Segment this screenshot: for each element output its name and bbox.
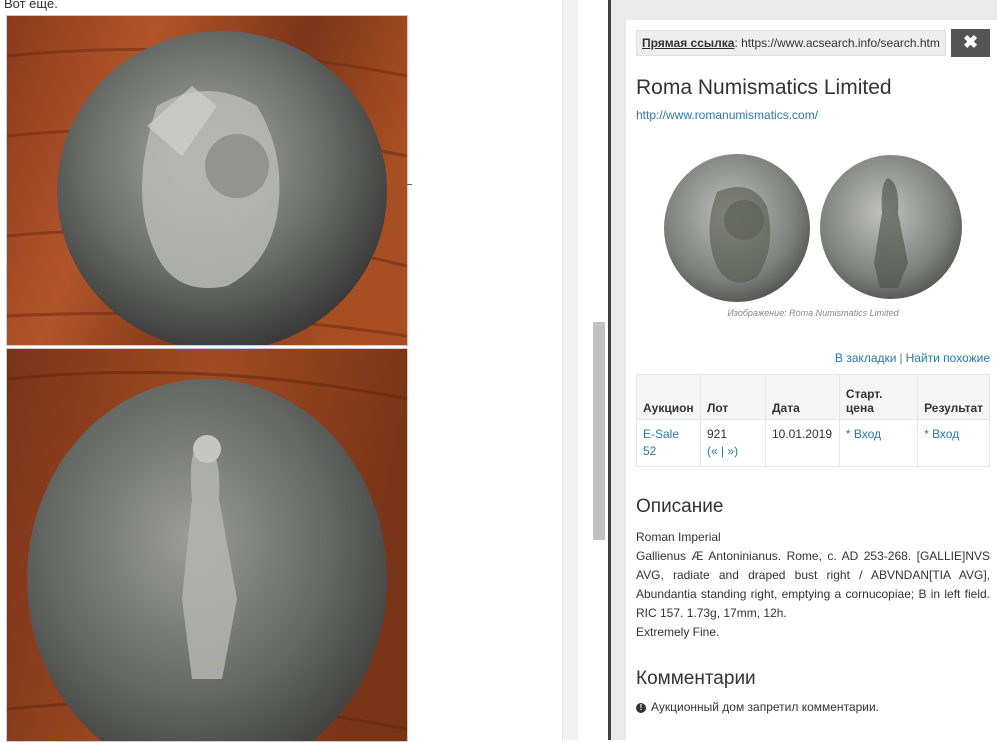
- lot-nav-links[interactable]: (« | »): [707, 444, 738, 458]
- result-login-link[interactable]: * Вход: [924, 427, 959, 441]
- lot-actions: В закладки | Найти похожие: [636, 351, 990, 365]
- col-date: Дата: [764, 374, 840, 420]
- actions-separator: |: [899, 351, 903, 365]
- coin-photo-obverse-image: [7, 16, 407, 345]
- auction-table-header: Аукцион Лот Дата Старт. цена Результат: [636, 374, 990, 420]
- info-icon: !: [636, 702, 646, 713]
- lot-date: 10.01.2019: [764, 419, 840, 467]
- bookmark-link[interactable]: В закладки: [835, 351, 897, 365]
- page-scrollbar-track[interactable]: [562, 0, 578, 740]
- post-caption: Вот еще.: [4, 0, 58, 11]
- forum-post-area: Вот еще.: [0, 0, 560, 742]
- dealer-url-link[interactable]: http://www.romanumismatics.com/: [636, 108, 818, 122]
- direct-link-colon: :: [734, 36, 738, 50]
- coin-photo-reverse-image: [7, 349, 407, 741]
- auction-table: Аукцион Лот Дата Старт. цена Результат E…: [636, 374, 990, 467]
- col-lot: Лот: [699, 374, 766, 420]
- description-line: Roman Imperial: [636, 530, 721, 544]
- description-text: Roman Imperial Gallienus Æ Antoninianus.…: [636, 528, 990, 642]
- col-start-price: Старт. цена: [838, 374, 919, 420]
- coin-photo-reverse[interactable]: [6, 348, 408, 742]
- start-price-login-link[interactable]: * Вход: [846, 427, 881, 441]
- col-result: Результат: [917, 374, 990, 420]
- col-auction: Аукцион: [636, 374, 701, 420]
- lot-obverse-coin-image[interactable]: [662, 152, 812, 304]
- lot-reverse-coin-image[interactable]: [818, 153, 964, 301]
- auction-link[interactable]: E-Sale 52: [643, 427, 679, 458]
- divider-tick: [407, 184, 412, 185]
- coin-photo-obverse[interactable]: [6, 15, 408, 346]
- description-heading: Описание: [636, 496, 724, 517]
- lot-number: 921: [706, 427, 727, 441]
- dealer-name: Roma Numismatics Limited: [636, 76, 892, 99]
- table-row: E-Sale 52 921 (« | ») 10.01.2019 * Вход *…: [636, 419, 990, 467]
- close-button[interactable]: ✖: [951, 29, 990, 57]
- direct-link-bar[interactable]: Прямая ссылка: https://www.acsearch.info…: [636, 30, 946, 56]
- panel-scrollbar-thumb[interactable]: [593, 322, 605, 540]
- direct-link-label: Прямая ссылка: [642, 36, 735, 50]
- description-line: Gallienus Æ Antoninianus. Rome, c. AD 25…: [636, 549, 990, 620]
- direct-link-url[interactable]: https://www.acsearch.info/search.htm: [741, 36, 940, 50]
- comments-notice: ! Аукционный дом запретил комментарии.: [636, 700, 879, 714]
- close-icon: ✖: [962, 32, 979, 52]
- comments-disabled-text: Аукционный дом запретил комментарии.: [651, 700, 880, 714]
- find-similar-link[interactable]: Найти похожие: [906, 351, 990, 365]
- comments-heading: Комментарии: [636, 668, 756, 689]
- image-credit: Изображение: Roma Numismatics Limited: [727, 308, 899, 318]
- description-line: Extremely Fine.: [636, 625, 720, 639]
